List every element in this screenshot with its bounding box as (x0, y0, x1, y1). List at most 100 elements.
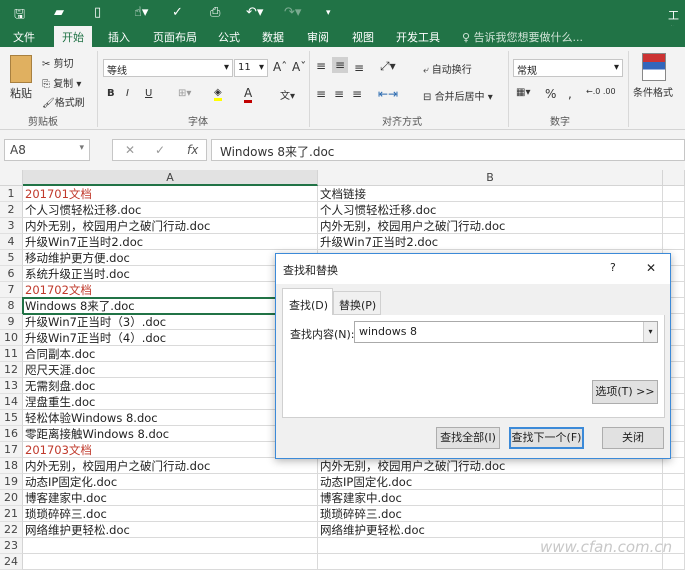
cell-a[interactable]: 内外无别，校园用户之破门行动.doc (23, 218, 318, 234)
cell-a[interactable]: 201701文档 (23, 186, 318, 202)
cell-c[interactable] (663, 186, 685, 202)
cancel-icon[interactable]: ✕ (125, 143, 135, 157)
column-header-b[interactable]: B (318, 170, 663, 186)
column-header-c[interactable] (663, 170, 685, 186)
cut-button[interactable]: ✂ 剪切 (42, 55, 74, 70)
undo-icon[interactable]: ↶▾ (246, 5, 263, 20)
paste-button[interactable]: 粘贴 (10, 85, 32, 101)
row-header[interactable]: 18 (0, 458, 23, 474)
phonetic-icon[interactable]: 文▾ (280, 87, 295, 102)
chevron-down-icon[interactable]: ▾ (643, 322, 657, 342)
format-painter-button[interactable]: 🖌格式刷 (42, 94, 85, 109)
tab-review[interactable]: 审阅 (307, 29, 329, 45)
name-box[interactable]: A8 ▾ (4, 139, 90, 161)
row-header[interactable]: 1 (0, 186, 23, 202)
row-header[interactable]: 22 (0, 522, 23, 538)
font-color-icon[interactable]: A (244, 86, 253, 103)
tab-page-layout[interactable]: 页面布局 (153, 29, 197, 45)
row-header[interactable]: 20 (0, 490, 23, 506)
tab-home[interactable]: 开始 (54, 26, 92, 47)
cell-a[interactable]: 升级Win7正当时（4）.doc (23, 330, 318, 346)
row-header[interactable]: 12 (0, 362, 23, 378)
tab-view[interactable]: 视图 (352, 29, 374, 45)
cell-b[interactable]: 内外无别，校园用户之破门行动.doc (318, 458, 663, 474)
find-what-input[interactable]: windows 8 ▾ (354, 321, 658, 343)
row-header[interactable]: 24 (0, 554, 23, 570)
currency-icon[interactable]: ▦▾ (516, 87, 530, 98)
cell-a[interactable]: 零距离接触Windows 8.doc (23, 426, 318, 442)
cell-b[interactable]: 网络维护更轻松.doc (318, 522, 663, 538)
row-header[interactable]: 7 (0, 282, 23, 298)
cell-b[interactable]: 个人习惯轻松迁移.doc (318, 202, 663, 218)
cell-c[interactable] (663, 522, 685, 538)
cell-a[interactable]: 博客建家中.doc (23, 490, 318, 506)
cell-a[interactable]: 201702文档 (23, 282, 318, 298)
conditional-format-icon[interactable] (642, 53, 666, 81)
cell-a[interactable]: 移动维护更方便.doc (23, 250, 318, 266)
row-header[interactable]: 3 (0, 218, 23, 234)
find-all-button[interactable]: 查找全部(I) (436, 427, 500, 449)
options-button[interactable]: 选项(T) >> (592, 380, 658, 404)
tab-file[interactable]: 文件 (13, 29, 35, 45)
cell-a[interactable]: 201703文档 (23, 442, 318, 458)
dialog-close-button[interactable]: 关闭 (602, 427, 664, 449)
select-all-corner[interactable] (0, 170, 23, 186)
cell-c[interactable] (663, 474, 685, 490)
save-icon[interactable]: 🖫 (14, 5, 25, 27)
row-header[interactable]: 17 (0, 442, 23, 458)
tell-me-search[interactable]: ♀ 告诉我您想要做什么... (462, 29, 583, 45)
align-top-icon[interactable]: ≡ (316, 59, 326, 73)
row-header[interactable]: 15 (0, 410, 23, 426)
cell-b[interactable]: 博客建家中.doc (318, 490, 663, 506)
italic-button[interactable]: I (126, 88, 129, 99)
cell-c[interactable] (663, 218, 685, 234)
cell-a[interactable]: 琐琐碎碎三.doc (23, 506, 318, 522)
row-header[interactable]: 13 (0, 378, 23, 394)
paste-icon[interactable] (10, 55, 32, 83)
tab-data[interactable]: 数据 (262, 29, 284, 45)
spell-icon[interactable]: ✓ (172, 5, 183, 20)
cell-a[interactable]: 升级Win7正当时（3）.doc (23, 314, 318, 330)
decrease-font-icon[interactable]: Aˇ (292, 60, 306, 74)
cell-c[interactable] (663, 202, 685, 218)
cell-c[interactable] (663, 458, 685, 474)
row-header[interactable]: 14 (0, 394, 23, 410)
print-preview-icon[interactable]: ⎙ (210, 5, 220, 20)
align-left-icon[interactable]: ≡ (316, 87, 326, 101)
align-center-icon[interactable]: ≡ (334, 87, 344, 101)
comma-button[interactable]: , (568, 87, 572, 101)
find-next-button[interactable]: 查找下一个(F) (509, 427, 584, 449)
cell-b[interactable]: 升级Win7正当时2.doc (318, 234, 663, 250)
cell-a[interactable]: 个人习惯轻松迁移.doc (23, 202, 318, 218)
cell-c[interactable] (663, 506, 685, 522)
row-header[interactable]: 10 (0, 330, 23, 346)
cell-a[interactable]: 轻松体验Windows 8.doc (23, 410, 318, 426)
cell-b[interactable]: 内外无别，校园用户之破门行动.doc (318, 218, 663, 234)
redo-icon[interactable]: ↷▾ (284, 5, 301, 20)
row-header[interactable]: 4 (0, 234, 23, 250)
column-header-a[interactable]: A (23, 170, 318, 186)
row-header[interactable]: 21 (0, 506, 23, 522)
copy-button[interactable]: ⎘ 复制 ▾ (42, 75, 81, 90)
border-icon[interactable]: ⊞▾ (178, 88, 191, 99)
cell-a[interactable]: 合同副本.doc (23, 346, 318, 362)
align-right-icon[interactable]: ≡ (352, 87, 362, 101)
cell-b[interactable]: 琐琐碎碎三.doc (318, 506, 663, 522)
cell-a[interactable]: Windows 8来了.doc (22, 297, 319, 315)
cell-a[interactable]: 系统升级正当时.doc (23, 266, 318, 282)
cell-c[interactable] (663, 234, 685, 250)
fill-color-icon[interactable]: ◈ (214, 87, 222, 101)
tab-formulas[interactable]: 公式 (218, 29, 240, 45)
cell-b[interactable] (318, 554, 663, 570)
wrap-text-button[interactable]: ⤶ 自动换行 (423, 61, 472, 76)
close-icon[interactable]: ✕ (646, 261, 656, 275)
row-header[interactable]: 8 (0, 298, 23, 314)
align-middle-icon[interactable]: ≡ (332, 57, 349, 73)
tab-developer[interactable]: 开发工具 (396, 29, 440, 45)
row-header[interactable]: 9 (0, 314, 23, 330)
increase-font-icon[interactable]: Aˆ (273, 60, 287, 74)
cell-a[interactable] (23, 538, 318, 554)
cell-a[interactable]: 升级Win7正当时2.doc (23, 234, 318, 250)
touch-mode-icon[interactable]: ☝▾ (134, 5, 148, 20)
help-button[interactable]: ? (610, 261, 616, 274)
